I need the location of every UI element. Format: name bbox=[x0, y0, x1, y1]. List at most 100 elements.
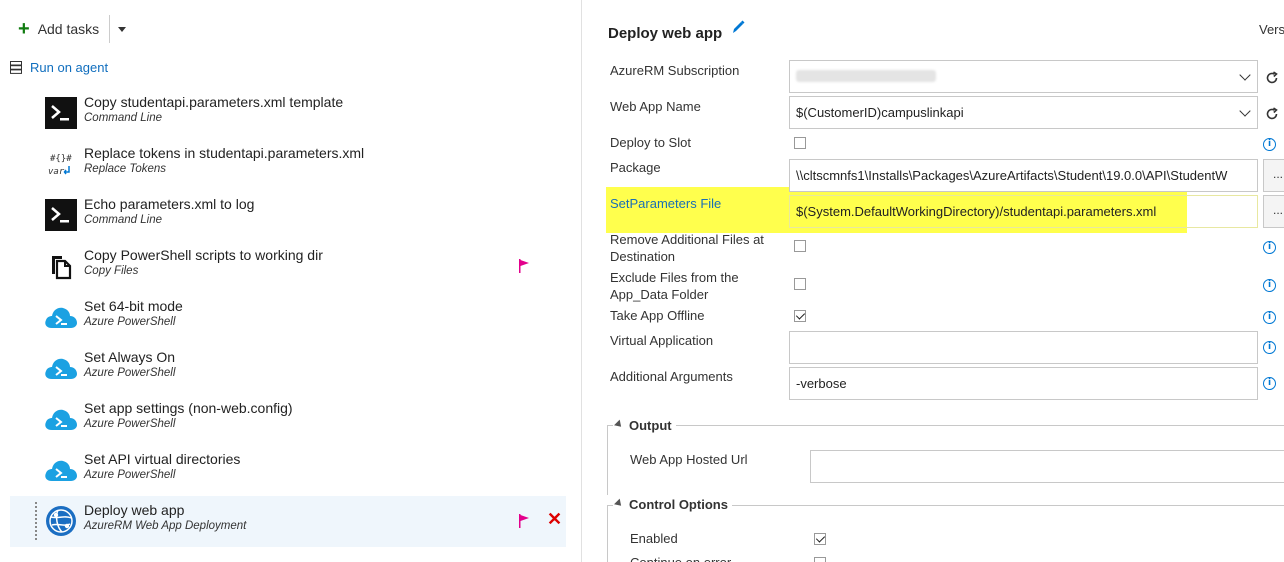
redacted-value bbox=[796, 70, 936, 83]
deploy-to-slot-checkbox[interactable] bbox=[794, 137, 806, 149]
task-type: Azure PowerShell bbox=[84, 367, 176, 379]
azure-powershell-icon bbox=[44, 453, 78, 487]
chevron-down-icon bbox=[1239, 69, 1251, 81]
task-name: Set 64-bit mode bbox=[84, 298, 183, 314]
toolbar-divider bbox=[109, 15, 111, 43]
output-section-title: Output bbox=[629, 418, 672, 433]
control-options-title: Control Options bbox=[629, 497, 728, 512]
flag-icon[interactable] bbox=[518, 514, 530, 528]
task-type: Azure PowerShell bbox=[84, 469, 176, 481]
chevron-down-icon[interactable] bbox=[118, 26, 127, 32]
info-icon[interactable]: i bbox=[1263, 377, 1276, 390]
task-item-selected[interactable]: Deploy web app AzureRM Web App Deploymen… bbox=[10, 496, 566, 547]
task-title: Deploy web app bbox=[608, 25, 723, 42]
svg-text:#{}#: #{}# bbox=[50, 154, 72, 164]
remove-additional-files-label: Remove Additional Files at Destination bbox=[610, 232, 764, 264]
control-options-toggle[interactable]: Control Options bbox=[613, 497, 732, 512]
exclude-app-data-checkbox[interactable] bbox=[794, 278, 806, 290]
command-line-icon bbox=[44, 198, 78, 232]
subscription-select[interactable] bbox=[789, 60, 1258, 93]
edit-pencil-icon[interactable] bbox=[731, 19, 745, 35]
webapp-name-select[interactable]: $(CustomerID)campuslinkapi bbox=[789, 96, 1258, 129]
continue-on-error-checkbox[interactable] bbox=[814, 557, 826, 562]
task-name: Echo parameters.xml to log bbox=[84, 196, 255, 212]
chevron-down-icon bbox=[1239, 105, 1251, 117]
task-type: Command Line bbox=[84, 112, 162, 124]
task-list: Copy studentapi.parameters.xml template … bbox=[10, 88, 566, 547]
task-name: Copy studentapi.parameters.xml template bbox=[84, 94, 344, 110]
task-name: Replace tokens in studentapi.parameters.… bbox=[84, 145, 365, 161]
info-icon[interactable]: i bbox=[1263, 241, 1276, 254]
exclude-app-data-label: Exclude Files from the App_Data Folder bbox=[610, 270, 739, 302]
continue-on-error-label: Continue on error bbox=[630, 554, 731, 562]
additional-arguments-value: -verbose bbox=[796, 376, 847, 391]
info-icon[interactable]: i bbox=[1263, 138, 1276, 151]
info-icon[interactable]: i bbox=[1263, 279, 1276, 292]
task-item[interactable]: Copy studentapi.parameters.xml template … bbox=[10, 88, 566, 139]
task-name: Set Always On bbox=[84, 349, 176, 365]
task-item[interactable]: Set API virtual directories Azure PowerS… bbox=[10, 445, 566, 496]
task-name: Copy PowerShell scripts to working dir bbox=[84, 247, 323, 263]
task-list-panel: + Add tasks Run on agent Copy studentapi… bbox=[0, 0, 582, 562]
setparameters-input[interactable]: $(System.DefaultWorkingDirectory)/studen… bbox=[789, 195, 1258, 228]
package-browse-button[interactable]: ... bbox=[1263, 159, 1284, 192]
task-detail-panel: Deploy web app Vers AzureRM Subscription… bbox=[583, 0, 1284, 562]
task-name: Deploy web app bbox=[84, 502, 185, 518]
enabled-checkbox[interactable] bbox=[814, 533, 826, 545]
copy-files-icon bbox=[44, 249, 78, 283]
phase-label: Run on agent bbox=[30, 60, 109, 75]
virtual-application-input[interactable] bbox=[789, 331, 1258, 364]
refresh-icon[interactable] bbox=[1265, 71, 1279, 85]
additional-arguments-label: Additional Arguments bbox=[610, 369, 733, 384]
add-tasks-button[interactable]: + Add tasks bbox=[12, 19, 99, 39]
subscription-label: AzureRM Subscription bbox=[610, 63, 740, 78]
additional-arguments-input[interactable]: -verbose bbox=[789, 367, 1258, 400]
task-item[interactable]: Set Always On Azure PowerShell bbox=[10, 343, 566, 394]
refresh-icon[interactable] bbox=[1265, 107, 1279, 121]
command-line-icon bbox=[44, 96, 78, 130]
drag-handle[interactable] bbox=[35, 502, 39, 542]
azure-web-app-icon bbox=[44, 504, 78, 538]
add-tasks-label: Add tasks bbox=[37, 21, 100, 37]
azure-powershell-icon bbox=[44, 300, 78, 334]
info-icon[interactable]: i bbox=[1263, 341, 1276, 354]
azure-powershell-icon bbox=[44, 351, 78, 385]
phase-run-on-agent[interactable]: Run on agent bbox=[10, 60, 108, 75]
task-name: Set app settings (non-web.config) bbox=[84, 400, 293, 416]
webapp-hosted-url-label: Web App Hosted Url bbox=[630, 452, 748, 467]
version-label: Vers bbox=[1259, 22, 1284, 37]
remove-additional-files-checkbox[interactable] bbox=[794, 240, 806, 252]
task-type: Azure PowerShell bbox=[84, 316, 176, 328]
webapp-name-value: $(CustomerID)campuslinkapi bbox=[796, 105, 964, 120]
collapse-triangle-icon bbox=[614, 419, 624, 430]
task-item[interactable]: Set 64-bit mode Azure PowerShell bbox=[10, 292, 566, 343]
task-toolbar: + Add tasks bbox=[12, 14, 127, 44]
task-name: Set API virtual directories bbox=[84, 451, 241, 467]
package-input[interactable]: \\cltscmnfs1\Installs\Packages\AzureArti… bbox=[789, 159, 1258, 192]
task-item[interactable]: Echo parameters.xml to log Command Line bbox=[10, 190, 566, 241]
task-type: Replace Tokens bbox=[84, 163, 167, 175]
setparameters-value: $(System.DefaultWorkingDirectory)/studen… bbox=[796, 204, 1157, 219]
setparameters-browse-button[interactable]: ... bbox=[1263, 195, 1284, 228]
flag-icon[interactable] bbox=[518, 259, 530, 273]
enabled-label: Enabled bbox=[630, 531, 678, 546]
task-item[interactable]: Copy PowerShell scripts to working dir C… bbox=[10, 241, 566, 292]
server-icon bbox=[10, 61, 22, 74]
take-app-offline-checkbox[interactable] bbox=[794, 310, 806, 322]
webapp-name-label: Web App Name bbox=[610, 99, 701, 114]
task-type: Command Line bbox=[84, 214, 162, 226]
output-section-toggle[interactable]: Output bbox=[613, 418, 676, 433]
take-app-offline-label: Take App Offline bbox=[610, 308, 705, 323]
webapp-hosted-url-input[interactable] bbox=[810, 450, 1284, 483]
azure-powershell-icon bbox=[44, 402, 78, 436]
package-value: \\cltscmnfs1\Installs\Packages\AzureArti… bbox=[796, 168, 1228, 183]
plus-icon: + bbox=[18, 18, 30, 40]
setparameters-label: SetParameters File bbox=[610, 196, 722, 211]
task-item[interactable]: #{}# var Replace tokens in studentapi.par… bbox=[10, 139, 566, 190]
svg-text:var: var bbox=[48, 167, 65, 177]
package-label: Package bbox=[610, 160, 661, 175]
info-icon[interactable]: i bbox=[1263, 311, 1276, 324]
delete-task-icon[interactable]: ✕ bbox=[547, 510, 562, 528]
task-type: Azure PowerShell bbox=[84, 418, 176, 430]
task-item[interactable]: Set app settings (non-web.config) Azure … bbox=[10, 394, 566, 445]
